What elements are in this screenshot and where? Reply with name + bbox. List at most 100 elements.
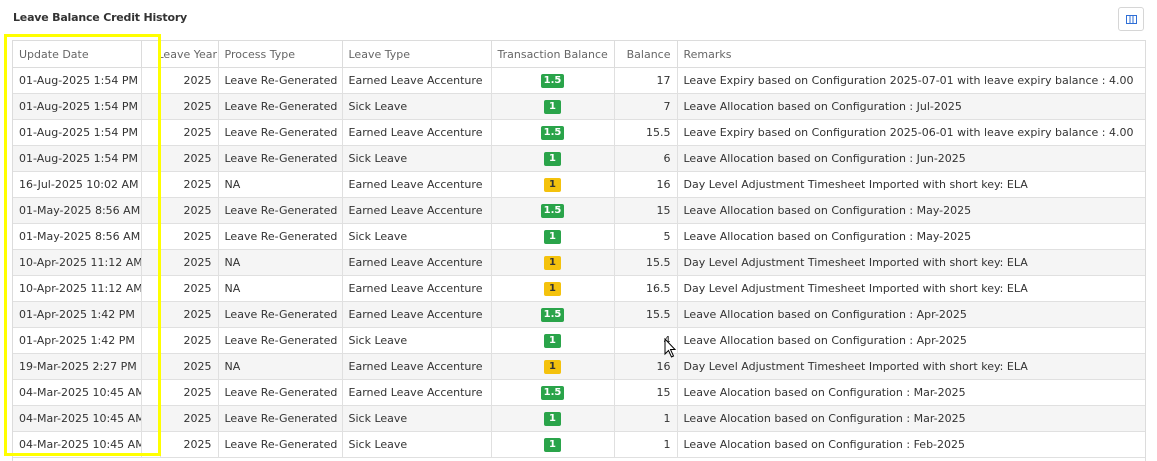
cell-leave-year: 2025 [160, 431, 219, 458]
cell-process-type: Leave Re-Generated [218, 67, 343, 94]
transaction-badge: 1 [544, 334, 561, 348]
cell-update-date: 01-Aug-2025 1:54 PM [13, 67, 142, 94]
transaction-badge: 1.5 [540, 204, 565, 218]
transaction-badge: 1 [544, 438, 561, 452]
cell-leave-year: 2025 [160, 275, 219, 302]
cell-remarks: Leave Alocation based on Configuration :… [677, 431, 1145, 458]
cell-transaction-balance: 1 [491, 145, 615, 172]
cell-remarks: Leave Allocation based on Configuration … [677, 145, 1145, 172]
cell-transaction-balance: 1 [491, 327, 615, 354]
cell-remarks: Day Level Adjustment Timesheet Imported … [677, 275, 1145, 302]
cell-process-type: Leave Re-Generated [218, 327, 343, 354]
cell-process-type: Leave Re-Generated [218, 379, 343, 406]
cell-transaction-balance: 1 [491, 353, 615, 380]
cell-transaction-balance: 1 [491, 223, 615, 250]
cell-remarks: Day Level Adjustment Timesheet Imported … [677, 171, 1145, 198]
cell-transaction-balance: 1.5 [491, 197, 615, 224]
cell-leave-year: 2025 [160, 223, 219, 250]
cell-transaction-balance: 1 [491, 431, 615, 458]
cell-leave-type: Earned Leave Accenture [342, 379, 492, 406]
cell-leave-year: 2025 [160, 301, 219, 328]
cell-leave-type: Sick Leave [342, 327, 492, 354]
cell-spacer [141, 223, 161, 250]
table-row[interactable]: 04-Mar-2025 10:45 AM 2025 Leave Re-Generat… [13, 379, 1145, 406]
cell-leave-year: 2025 [160, 171, 219, 198]
cell-remarks: Leave Allocation based on Configuration … [677, 197, 1145, 224]
cell-balance: 16 [614, 353, 678, 380]
table-row[interactable]: 01-May-2025 8:56 AM 2025 Leave Re-Generate… [13, 197, 1145, 224]
cell-remarks: Leave Allocation based on Configuration … [677, 223, 1145, 250]
cell-leave-type: Earned Leave Accenture [342, 301, 492, 328]
cell-update-date: 04-Mar-2025 10:45 AM [13, 405, 142, 432]
cell-process-type: NA [218, 171, 343, 198]
header-transaction-balance[interactable]: Transaction Balance [491, 41, 615, 68]
cell-transaction-balance: 1 [491, 171, 615, 198]
cell-leave-type: Earned Leave Accenture [342, 353, 492, 380]
table-row[interactable]: 01-Aug-2025 1:54 PM 2025 Leave Re-Generate… [13, 119, 1145, 146]
cell-spacer [141, 67, 161, 94]
cell-balance: 1 [614, 431, 678, 458]
cell-balance: 5 [614, 223, 678, 250]
cell-leave-type: Earned Leave Accenture [342, 275, 492, 302]
transaction-badge: 1 [544, 282, 561, 296]
table-row[interactable]: 04-Mar-2025 10:45 AM 2025 Leave Re-Generat… [13, 431, 1145, 458]
table-row[interactable]: 01-Apr-2025 1:42 PM 2025 Leave Re-Generate… [13, 301, 1145, 328]
cell-update-date: 01-Apr-2025 1:42 PM [13, 301, 142, 328]
cell-process-type: Leave Re-Generated [218, 405, 343, 432]
table-row[interactable]: 01-Aug-2025 1:54 PM 2025 Leave Re-Generate… [13, 93, 1145, 120]
transaction-badge: 1 [544, 152, 561, 166]
cell-transaction-balance: 1.5 [491, 379, 615, 406]
cell-transaction-balance: 1 [491, 93, 615, 120]
table-row[interactable]: 16-Jul-2025 10:02 AM 2025 NA Earned Leave A… [13, 171, 1145, 198]
cell-remarks: Leave Expiry based on Configuration 2025… [677, 67, 1145, 94]
cell-update-date: 04-Mar-2025 10:45 AM [13, 379, 142, 406]
transaction-badge: 1.5 [540, 74, 565, 88]
leave-history-grid: Update Date Leave Year Process Type Leav… [12, 40, 1146, 461]
transaction-badge: 1 [544, 178, 561, 192]
cell-balance: 15.5 [614, 119, 678, 146]
cell-balance: 15.5 [614, 249, 678, 276]
cell-balance: 1 [614, 405, 678, 432]
cell-spacer [141, 197, 161, 224]
table-row[interactable]: 10-Apr-2025 11:12 AM 2025 NA Earned Leave A… [13, 275, 1145, 302]
cell-leave-type: Earned Leave Accenture [342, 67, 492, 94]
header-remarks[interactable]: Remarks [677, 41, 1145, 68]
cell-update-date: 01-May-2025 8:56 AM [13, 197, 142, 224]
header-update-date[interactable]: Update Date [13, 41, 142, 68]
cell-remarks: Leave Alocation based on Configuration :… [677, 379, 1145, 406]
transaction-badge: 1.5 [540, 308, 565, 322]
table-row[interactable]: 10-Apr-2025 11:12 AM 2025 NA Earned Leave A… [13, 249, 1145, 276]
header-process-type[interactable]: Process Type [218, 41, 343, 68]
table-row[interactable]: 01-Aug-2025 1:54 PM 2025 Leave Re-Generate… [13, 67, 1145, 94]
cell-leave-year: 2025 [160, 93, 219, 120]
cell-update-date: 01-Aug-2025 1:54 PM [13, 93, 142, 120]
cell-transaction-balance: 1 [491, 249, 615, 276]
cell-update-date: 04-Mar-2025 10:45 AM [13, 431, 142, 458]
cell-transaction-balance: 1.5 [491, 67, 615, 94]
cell-update-date: 10-Apr-2025 11:12 AM [13, 275, 142, 302]
transaction-badge: 1 [544, 230, 561, 244]
cell-balance: 4 [614, 327, 678, 354]
cell-process-type: NA [218, 275, 343, 302]
transaction-badge: 1 [544, 412, 561, 426]
cell-leave-type: Earned Leave Accenture [342, 119, 492, 146]
table-row[interactable]: 19-Mar-2025 2:27 PM 2025 NA Earned Leave Ac… [13, 353, 1145, 380]
cell-process-type: Leave Re-Generated [218, 223, 343, 250]
column-chooser-button[interactable] [1118, 7, 1144, 31]
header-spacer [141, 41, 161, 68]
table-row[interactable]: 04-Mar-2025 10:45 AM 2025 Leave Re-Generat… [13, 405, 1145, 432]
cell-update-date: 10-Apr-2025 11:12 AM [13, 249, 142, 276]
table-row[interactable]: 01-Aug-2025 1:54 PM 2025 Leave Re-Generate… [13, 145, 1145, 172]
cell-balance: 15 [614, 197, 678, 224]
cell-leave-type: Earned Leave Accenture [342, 249, 492, 276]
table-row[interactable]: 01-Apr-2025 1:42 PM 2025 Leave Re-Generate… [13, 327, 1145, 354]
cell-spacer [141, 431, 161, 458]
cell-leave-type: Sick Leave [342, 431, 492, 458]
header-leave-year[interactable]: Leave Year [160, 41, 219, 68]
cell-balance: 17 [614, 67, 678, 94]
cell-update-date: 01-Aug-2025 1:54 PM [13, 119, 142, 146]
table-row[interactable]: 01-May-2025 8:56 AM 2025 Leave Re-Generate… [13, 223, 1145, 250]
header-balance[interactable]: Balance [614, 41, 678, 68]
table-header-row: Update Date Leave Year Process Type Leav… [13, 41, 1145, 68]
header-leave-type[interactable]: Leave Type [342, 41, 492, 68]
